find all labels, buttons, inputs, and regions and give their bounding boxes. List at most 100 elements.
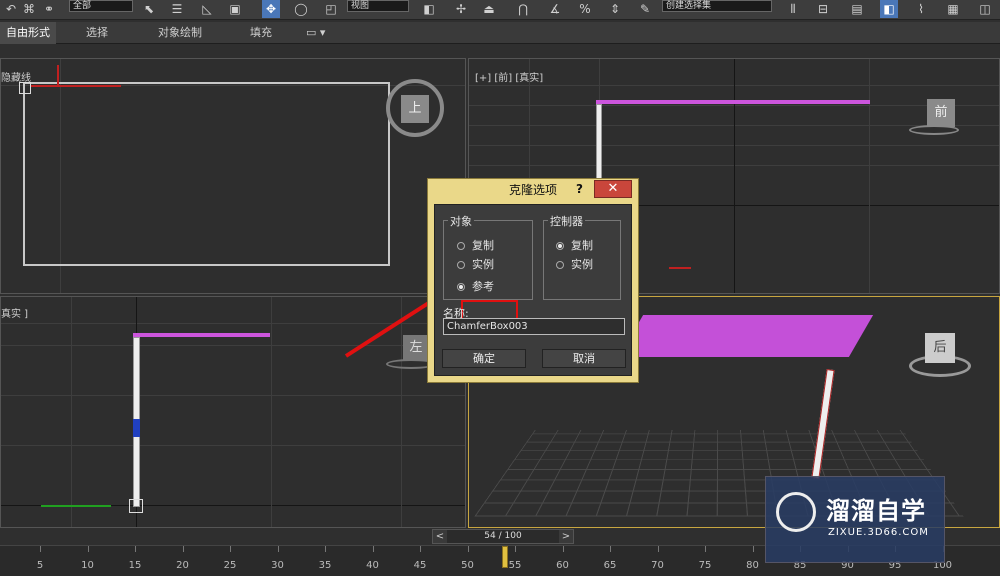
close-button[interactable]: ✕ <box>594 180 632 198</box>
ruler-tick-label: 15 <box>128 560 142 571</box>
window-crossing-icon[interactable]: ▣ <box>226 0 244 18</box>
spinner-snap-icon[interactable]: ⇕ <box>606 0 624 18</box>
ruler-tick <box>230 546 231 552</box>
radio-dot[interactable] <box>457 242 465 250</box>
next-frame-button[interactable]: > <box>559 530 573 543</box>
keyboard-shortcut-icon[interactable]: ⏏ <box>480 0 498 18</box>
ruler-tick <box>657 546 659 552</box>
ruler-tick-label: 65 <box>603 560 617 571</box>
ruler-tick <box>420 546 421 552</box>
cancel-button[interactable]: 取消 <box>542 349 626 368</box>
grid-line <box>71 297 72 527</box>
viewport-left-label[interactable]: 真实 ] <box>1 305 28 320</box>
layer-manager-icon[interactable]: ▤ <box>848 0 866 18</box>
frame-counter: 54 / 100 <box>447 530 559 543</box>
playhead[interactable] <box>502 546 508 568</box>
ruler-tick-label: 5 <box>36 560 44 571</box>
named-selection-dropdown[interactable]: 创建选择集 <box>662 0 772 12</box>
name-input[interactable]: ChamferBox003 <box>443 318 625 335</box>
app-window: { "toolbar": { "selection_filter": "全部",… <box>0 0 1000 576</box>
tab-object-paint[interactable]: 对象绘制 <box>152 22 208 44</box>
ruler-tick <box>325 546 326 552</box>
ruler-tick <box>610 546 611 552</box>
ruler-tick-label: 70 <box>651 560 664 571</box>
edit-named-selection-icon[interactable]: ✎ <box>636 0 654 18</box>
tabletop-perspective[interactable] <box>618 315 874 357</box>
radio-object-copy[interactable]: 复制 <box>457 237 494 253</box>
controller-group-title: 控制器 <box>548 213 585 229</box>
tab-freeform[interactable]: 自由形式 <box>0 22 56 44</box>
main-toolbar: ↶ ⌘ ⚭ 全部 ⬉ ☰ ◺ ▣ ✥ ◯ ◰ 视图 ◧ ✢ ⏏ ⋂ ∡ % ⇕ … <box>0 0 1000 20</box>
y-axis-gizmo-left[interactable] <box>41 505 111 507</box>
viewport-top[interactable]: 隐藏线 上 <box>0 58 466 294</box>
x-axis-gizmo-front[interactable] <box>669 267 691 269</box>
ruler-tick <box>562 546 564 552</box>
undo-icon[interactable]: ↶ <box>2 0 20 18</box>
ruler-tick-label: 50 <box>461 560 474 571</box>
move-icon[interactable]: ✥ <box>262 0 280 18</box>
selected-object-outline[interactable] <box>23 82 390 266</box>
link-icon[interactable]: ⌘ <box>20 0 38 18</box>
selection-region-icon[interactable]: ◺ <box>198 0 216 18</box>
radio-dot-selected[interactable] <box>556 242 564 250</box>
grid-axis <box>734 59 735 293</box>
grid-line <box>271 297 272 527</box>
object-group-title: 对象 <box>448 213 474 229</box>
select-by-name-icon[interactable]: ☰ <box>168 0 186 18</box>
ruler-tick <box>467 546 469 552</box>
align-icon[interactable]: ⊟ <box>814 0 832 18</box>
time-slider[interactable]: < 54 / 100 > <box>432 529 574 544</box>
tabletop-left[interactable] <box>133 333 270 337</box>
radio-object-reference[interactable]: 参考 <box>457 278 494 294</box>
viewcube-top[interactable]: 上 <box>401 95 429 123</box>
angle-snap-icon[interactable]: ∡ <box>546 0 564 18</box>
select-object-icon[interactable]: ⬉ <box>140 0 158 18</box>
percent-snap-icon[interactable]: % <box>576 0 594 18</box>
x-axis-gizmo[interactable] <box>31 85 121 87</box>
radio-object-instance[interactable]: 实例 <box>457 256 494 272</box>
watermark-subtitle: ZIXUE.3D66.COM <box>828 527 929 538</box>
scale-icon[interactable]: ◰ <box>322 0 340 18</box>
radio-dot[interactable] <box>556 261 564 269</box>
ruler-tick-label: 10 <box>81 560 94 571</box>
radio-dot-selected[interactable] <box>457 283 465 291</box>
schematic-view-icon[interactable]: ▦ <box>944 0 962 18</box>
selection-filter-dropdown[interactable]: 全部 <box>69 0 133 12</box>
viewport-front-label[interactable]: [+] [前] [真实] <box>475 69 543 84</box>
curve-editor-icon[interactable]: ⌇ <box>912 0 930 18</box>
ok-button[interactable]: 确定 <box>442 349 526 368</box>
ruler-tick <box>277 546 279 552</box>
y-axis-gizmo[interactable] <box>57 65 59 85</box>
ruler-tick <box>87 546 89 552</box>
radio-controller-instance[interactable]: 实例 <box>556 256 593 272</box>
radio-label: 复制 <box>472 239 494 252</box>
ruler-tick-label: 60 <box>556 560 569 571</box>
select-manipulate-icon[interactable]: ✢ <box>452 0 470 18</box>
pivot-center-icon[interactable]: ◧ <box>420 0 438 18</box>
snap-toggle-icon[interactable]: ⋂ <box>514 0 532 18</box>
clone-options-dialog: 克隆选项 ? ✕ 对象 复制 实例 参考 控制器 复制 实例 名称: Chamf… <box>427 178 639 383</box>
radio-controller-copy[interactable]: 复制 <box>556 237 593 253</box>
ribbon-options-icon[interactable]: ▭ ▾ <box>300 22 331 44</box>
radio-label: 实例 <box>472 258 494 271</box>
ruler-tick-label: 30 <box>271 560 284 571</box>
tab-selection[interactable]: 选择 <box>80 22 114 44</box>
viewcube-perspective[interactable]: 后 <box>925 333 955 363</box>
pivot-marker <box>129 499 143 513</box>
prev-frame-button[interactable]: < <box>433 530 447 543</box>
material-editor-icon[interactable]: ◫ <box>976 0 994 18</box>
mirror-icon[interactable]: ⫴ <box>784 0 802 18</box>
radio-dot[interactable] <box>457 261 465 269</box>
ruler-tick <box>705 546 706 552</box>
bind-space-warp-icon[interactable]: ⚭ <box>40 0 58 18</box>
reference-coordinate-dropdown[interactable]: 视图 <box>347 0 409 12</box>
help-button[interactable]: ? <box>576 182 583 196</box>
tab-populate[interactable]: 填充 <box>244 22 278 44</box>
rotate-icon[interactable]: ◯ <box>292 0 310 18</box>
tabletop-front[interactable] <box>596 100 870 104</box>
z-axis-gizmo[interactable] <box>133 419 140 437</box>
pivot-marker <box>19 82 31 94</box>
viewcube-front[interactable]: 前 <box>927 99 955 127</box>
watermark-title: 溜溜自学 <box>826 497 926 525</box>
scene-explorer-icon[interactable]: ◧ <box>880 0 898 18</box>
